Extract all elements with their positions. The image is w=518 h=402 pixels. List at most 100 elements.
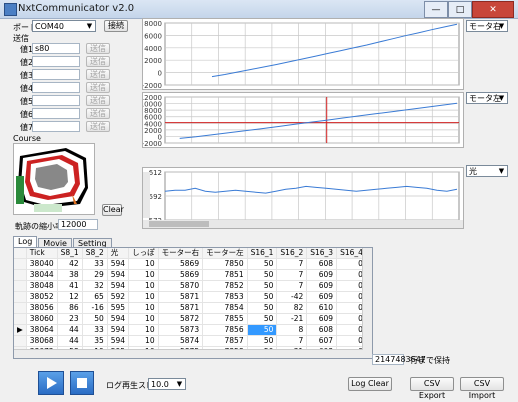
- table-cell[interactable]: 42: [57, 258, 83, 270]
- row-header[interactable]: [14, 280, 27, 292]
- row-header[interactable]: ▶: [14, 324, 27, 336]
- table-cell[interactable]: 594: [107, 269, 130, 281]
- column-header[interactable]: S8_1: [57, 248, 83, 259]
- send-button[interactable]: 送信: [86, 108, 110, 119]
- table-cell[interactable]: 10: [128, 291, 159, 303]
- table-cell[interactable]: 7855: [202, 313, 248, 325]
- table-cell[interactable]: 32: [82, 280, 108, 292]
- table-cell[interactable]: 10: [128, 280, 159, 292]
- table-cell[interactable]: 86: [57, 302, 83, 314]
- send-value-input[interactable]: [32, 108, 80, 119]
- table-cell[interactable]: 609: [306, 291, 338, 303]
- table-cell[interactable]: 10: [128, 313, 159, 325]
- send-button[interactable]: 送信: [86, 69, 110, 80]
- chart2-select[interactable]: モータ左 ▼: [466, 92, 508, 104]
- column-header[interactable]: 光: [107, 248, 130, 259]
- table-cell[interactable]: 609: [306, 280, 338, 292]
- column-header[interactable]: Tick: [26, 248, 58, 259]
- table-cell[interactable]: 10: [128, 258, 159, 270]
- table-row[interactable]: 38068 44 35 594 10 5874 7857 50 7 607 0: [14, 335, 372, 347]
- table-cell[interactable]: 10: [128, 324, 159, 336]
- table-cell[interactable]: 50: [247, 324, 278, 336]
- table-cell[interactable]: 50: [247, 269, 278, 281]
- port-select[interactable]: COM40 ▼: [32, 20, 96, 32]
- table-cell[interactable]: 5871: [158, 302, 204, 314]
- log-clear-button[interactable]: Log Clear: [348, 377, 392, 391]
- table-cell[interactable]: 38044: [26, 269, 58, 281]
- row-header[interactable]: [14, 335, 27, 347]
- table-cell[interactable]: 8: [276, 324, 308, 336]
- table-cell[interactable]: 50: [247, 258, 278, 270]
- send-value-input[interactable]: [32, 95, 80, 106]
- table-cell[interactable]: 38052: [26, 291, 58, 303]
- send-value-input[interactable]: s80: [32, 43, 80, 54]
- table-cell[interactable]: 35: [82, 335, 108, 347]
- table-cell[interactable]: -42: [276, 291, 308, 303]
- table-cell[interactable]: 50: [247, 302, 278, 314]
- table-cell[interactable]: 50: [247, 291, 278, 303]
- table-cell[interactable]: 7854: [202, 302, 248, 314]
- table-cell[interactable]: 10: [128, 269, 159, 281]
- table-row[interactable]: 38044 38 29 594 10 5869 7851 50 7 609 0: [14, 269, 372, 281]
- table-row[interactable]: 38048 41 32 594 10 5870 7852 50 7 609 0: [14, 280, 372, 292]
- table-cell[interactable]: 38056: [26, 302, 58, 314]
- column-header[interactable]: モーター左: [202, 248, 248, 259]
- table-horizontal-scrollbar[interactable]: [14, 349, 363, 358]
- table-vertical-scrollbar[interactable]: [362, 248, 372, 358]
- table-cell[interactable]: 592: [107, 291, 130, 303]
- table-row[interactable]: 38040 42 33 594 10 5869 7850 50 7 608 0: [14, 258, 372, 270]
- table-cell[interactable]: 5869: [158, 269, 204, 281]
- table-cell[interactable]: 23: [57, 313, 83, 325]
- table-cell[interactable]: 607: [306, 335, 338, 347]
- table-cell[interactable]: 7: [276, 280, 308, 292]
- column-header[interactable]: S16_1: [247, 248, 278, 259]
- csv-export-button[interactable]: CSV Export: [410, 377, 454, 400]
- column-header[interactable]: S16_3: [306, 248, 338, 259]
- minimize-button[interactable]: —: [424, 1, 448, 18]
- row-header[interactable]: [14, 302, 27, 314]
- table-cell[interactable]: 38048: [26, 280, 58, 292]
- table-cell[interactable]: 594: [107, 280, 130, 292]
- table-cell[interactable]: 609: [306, 269, 338, 281]
- table-cell[interactable]: 50: [82, 313, 108, 325]
- table-row[interactable]: 38060 23 50 594 10 5872 7855 50 -21 609 0: [14, 313, 372, 325]
- table-cell[interactable]: 38068: [26, 335, 58, 347]
- table-cell[interactable]: 608: [306, 324, 338, 336]
- scale-input[interactable]: 12000: [58, 219, 98, 230]
- row-header[interactable]: [14, 269, 27, 281]
- table-cell[interactable]: 5869: [158, 258, 204, 270]
- table-cell[interactable]: 5872: [158, 313, 204, 325]
- table-cell[interactable]: 29: [82, 269, 108, 281]
- maximize-button[interactable]: □: [448, 1, 472, 18]
- csv-import-button[interactable]: CSV Import: [460, 377, 504, 400]
- send-button[interactable]: 送信: [86, 121, 110, 132]
- table-cell[interactable]: 7851: [202, 269, 248, 281]
- send-button[interactable]: 送信: [86, 82, 110, 93]
- send-value-input[interactable]: [32, 69, 80, 80]
- send-value-input[interactable]: [32, 56, 80, 67]
- column-header[interactable]: S16_2: [276, 248, 308, 259]
- table-cell[interactable]: 7: [276, 258, 308, 270]
- table-cell[interactable]: 594: [107, 324, 130, 336]
- play-button[interactable]: [38, 371, 64, 395]
- table-cell[interactable]: 44: [57, 335, 83, 347]
- table-cell[interactable]: 38064: [26, 324, 58, 336]
- row-header[interactable]: [14, 258, 27, 270]
- table-cell[interactable]: 5871: [158, 291, 204, 303]
- table-cell[interactable]: 38: [57, 269, 83, 281]
- table-cell[interactable]: 44: [57, 324, 83, 336]
- stop-button[interactable]: [70, 371, 94, 395]
- table-cell[interactable]: 50: [247, 313, 278, 325]
- table-cell[interactable]: 610: [306, 302, 338, 314]
- table-cell[interactable]: 10: [128, 335, 159, 347]
- table-cell[interactable]: 7853: [202, 291, 248, 303]
- table-cell[interactable]: 33: [82, 324, 108, 336]
- table-cell[interactable]: 609: [306, 313, 338, 325]
- table-cell[interactable]: 50: [247, 335, 278, 347]
- table-cell[interactable]: 10: [128, 302, 159, 314]
- send-button[interactable]: 送信: [86, 56, 110, 67]
- chart3-select[interactable]: 光 ▼: [466, 165, 508, 177]
- speed-select[interactable]: 10.0 ▼: [148, 378, 186, 390]
- table-cell[interactable]: 38060: [26, 313, 58, 325]
- column-header[interactable]: しっぽ: [128, 248, 159, 259]
